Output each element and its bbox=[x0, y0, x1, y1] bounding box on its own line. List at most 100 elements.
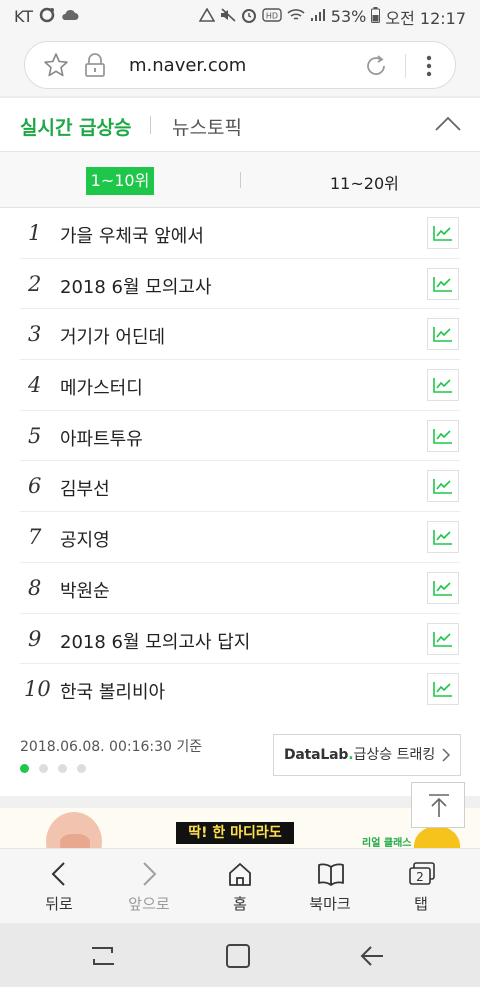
datalab-tracking-button[interactable]: DataLab.급상승 트래킹 bbox=[273, 734, 461, 776]
rank-number: 1 bbox=[28, 221, 42, 245]
banner-headline: 딱! 한 마디라도 bbox=[176, 822, 294, 844]
tab-divider bbox=[240, 172, 241, 188]
rank-keyword[interactable]: 메가스터디 bbox=[60, 374, 143, 400]
address-bar[interactable]: m.naver.com bbox=[24, 41, 456, 89]
rank-keyword[interactable]: 거기가 어딘데 bbox=[60, 323, 165, 349]
alarm-icon bbox=[241, 7, 257, 27]
datalab-logo: DataLab bbox=[284, 747, 349, 763]
url-text[interactable]: m.naver.com bbox=[129, 55, 246, 76]
section-separator bbox=[0, 796, 480, 808]
tabs-icon: 2 bbox=[409, 862, 435, 885]
book-icon bbox=[318, 863, 344, 886]
trend-chart-icon[interactable] bbox=[427, 673, 459, 706]
clock: 오전 12:17 bbox=[385, 8, 466, 28]
bookmark-label: 북마크 bbox=[309, 895, 351, 913]
carrier-label: KT bbox=[14, 7, 34, 26]
trend-chart-icon[interactable] bbox=[427, 470, 459, 503]
rank-keyword[interactable]: 아파트투유 bbox=[60, 425, 143, 451]
lock-icon bbox=[83, 52, 107, 78]
trend-chart-icon[interactable] bbox=[427, 571, 459, 604]
rank-row[interactable]: 1 가을 우체국 앞에서 bbox=[0, 208, 480, 259]
battery-percent: 53% bbox=[330, 7, 367, 26]
chevron-up-icon[interactable] bbox=[434, 114, 462, 134]
star-icon[interactable] bbox=[43, 52, 69, 78]
rank-list: 1 가을 우체국 앞에서 2 2018 6월 모의고사 3 거기가 어딘데 4 … bbox=[0, 208, 480, 715]
page-dot[interactable] bbox=[39, 764, 48, 773]
rank-list-footer: 2018.06.08. 00:16:30 기준 DataLab.급상승 트래킹 bbox=[0, 716, 480, 796]
rank-keyword[interactable]: 김부선 bbox=[60, 475, 110, 501]
trend-chart-icon[interactable] bbox=[427, 369, 459, 402]
rank-range-tabs: 1~10위 11~20위 bbox=[0, 152, 480, 208]
trend-chart-icon[interactable] bbox=[427, 521, 459, 554]
home-icon[interactable] bbox=[225, 943, 251, 969]
trend-chart-icon[interactable] bbox=[427, 622, 459, 655]
rank-row[interactable]: 2 2018 6월 모의고사 bbox=[0, 259, 480, 310]
trend-chart-icon[interactable] bbox=[427, 419, 459, 452]
rank-row[interactable]: 10 한국 볼리비아 bbox=[0, 664, 480, 715]
rank-keyword[interactable]: 2018 6월 모의고사 bbox=[60, 273, 212, 299]
rank-number: 5 bbox=[28, 423, 42, 448]
rank-number: 6 bbox=[28, 474, 42, 499]
rank-number: 10 bbox=[24, 677, 51, 702]
rank-row[interactable]: 6 김부선 bbox=[0, 461, 480, 513]
home-icon bbox=[229, 863, 251, 886]
chevron-right-icon bbox=[143, 862, 157, 886]
svg-text:HD: HD bbox=[266, 11, 278, 20]
rank-row[interactable]: 3 거기가 어딘데 bbox=[0, 309, 480, 361]
tab-news-topic[interactable]: 뉴스토픽 bbox=[172, 113, 242, 140]
rank-keyword[interactable]: 가을 우체국 앞에서 bbox=[60, 222, 204, 248]
rank-keyword[interactable]: 2018 6월 모의고사 답지 bbox=[60, 628, 250, 654]
back-icon[interactable] bbox=[358, 943, 386, 969]
home-label: 홈 bbox=[233, 895, 247, 913]
back-button[interactable]: 뒤로 bbox=[14, 849, 104, 924]
trend-chart-icon[interactable] bbox=[427, 318, 459, 351]
rank-number: 2 bbox=[28, 271, 42, 296]
rank-keyword[interactable]: 공지영 bbox=[60, 526, 110, 552]
rank-number: 4 bbox=[28, 373, 42, 398]
ad-banner[interactable]: 딱! 한 마디라도 리얼 클래스 bbox=[0, 808, 480, 850]
rank-number: 3 bbox=[28, 322, 42, 347]
rank-keyword[interactable]: 박원순 bbox=[60, 577, 110, 603]
home-button[interactable]: 홈 bbox=[195, 849, 285, 924]
recycle-icon bbox=[198, 6, 216, 26]
forward-button[interactable]: 앞으로 bbox=[104, 849, 194, 924]
page-indicator bbox=[20, 764, 86, 773]
section-tabs: 실시간 급상승 뉴스토픽 bbox=[0, 98, 480, 152]
status-bar: KT HD 53% 오전 12:17 bbox=[0, 0, 480, 33]
system-nav-bar bbox=[0, 923, 480, 987]
reload-icon[interactable] bbox=[363, 53, 389, 79]
arrow-up-icon bbox=[429, 794, 449, 817]
scroll-to-top-button[interactable] bbox=[411, 782, 465, 828]
trend-chart-icon[interactable] bbox=[427, 217, 459, 249]
trend-chart-icon[interactable] bbox=[427, 267, 459, 300]
recent-apps-icon[interactable] bbox=[88, 943, 118, 969]
tab-rank-1-10[interactable]: 1~10위 bbox=[86, 167, 154, 195]
toolbar-divider bbox=[405, 54, 406, 78]
mute-icon bbox=[220, 7, 236, 26]
rank-row[interactable]: 5 아파트투유 bbox=[0, 411, 480, 462]
rank-row[interactable]: 7 공지영 bbox=[0, 512, 480, 563]
battery-icon bbox=[371, 6, 381, 27]
tab-divider bbox=[150, 116, 151, 134]
rank-row[interactable]: 8 박원순 bbox=[0, 563, 480, 614]
banner-tag: 리얼 클래스 bbox=[362, 838, 412, 849]
signal-icon bbox=[310, 8, 326, 26]
bookmark-button[interactable]: 북마크 bbox=[285, 849, 375, 924]
more-options-icon[interactable] bbox=[423, 54, 435, 78]
rank-row[interactable]: 4 메가스터디 bbox=[0, 360, 480, 411]
chevron-left-icon bbox=[51, 862, 65, 886]
rank-keyword[interactable]: 한국 볼리비아 bbox=[60, 678, 165, 704]
screen: KT HD 53% 오전 12:17 m.naver.com 실시간 급상승 뉴… bbox=[0, 0, 480, 987]
hd-icon: HD bbox=[262, 7, 282, 26]
browser-toolbar: m.naver.com bbox=[0, 33, 480, 96]
page-dot[interactable] bbox=[58, 764, 67, 773]
page-dot[interactable] bbox=[77, 764, 86, 773]
tab-realtime-rising[interactable]: 실시간 급상승 bbox=[20, 113, 132, 140]
page-dot-active[interactable] bbox=[20, 764, 29, 773]
rank-row[interactable]: 9 2018 6월 모의고사 답지 bbox=[0, 614, 480, 665]
tabs-button[interactable]: 2 탭 bbox=[376, 849, 466, 924]
forward-label: 앞으로 bbox=[128, 895, 170, 913]
tabs-label: 탭 bbox=[414, 895, 428, 913]
rank-number: 8 bbox=[28, 575, 42, 600]
tab-rank-11-20[interactable]: 11~20위 bbox=[330, 170, 399, 194]
